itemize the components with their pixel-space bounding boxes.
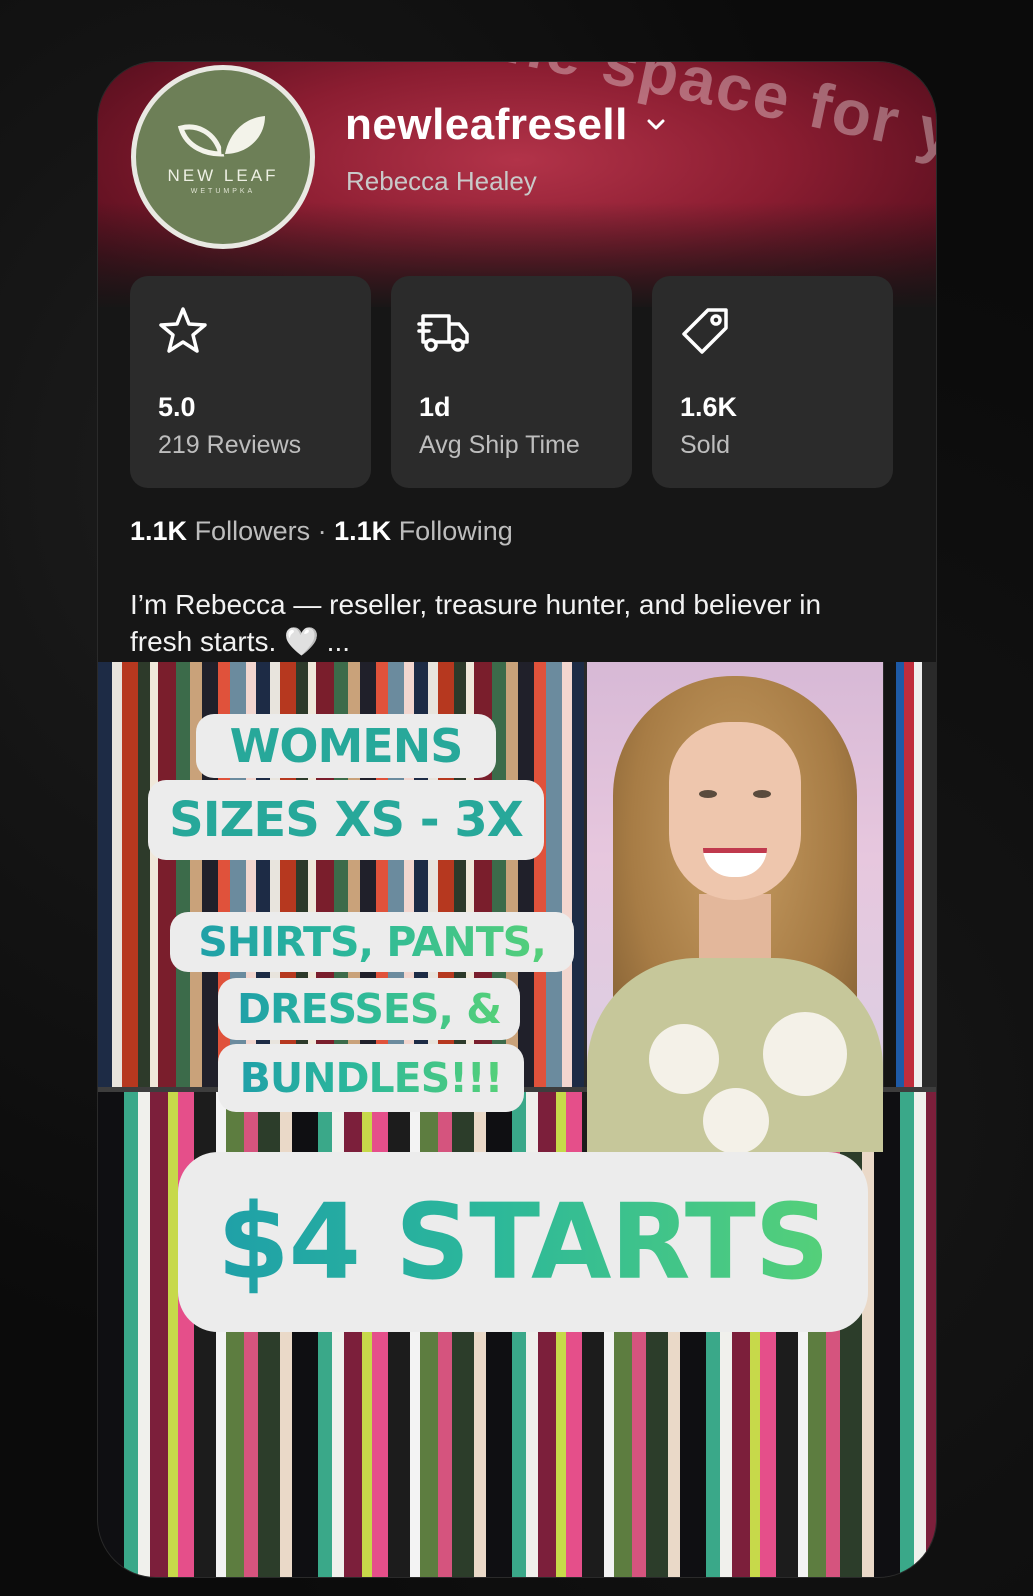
profile-card: ice, an the space for you NEW LEAF WETUM… — [98, 62, 936, 1577]
promo-price-text: $4 STARTS — [178, 1152, 868, 1332]
promo-text-shirts: SHIRTS, PANTS, — [170, 912, 574, 972]
stat-card-reviews[interactable]: 5.0 219 Reviews — [130, 276, 371, 488]
logo-text: NEW LEAF — [167, 165, 279, 185]
stat-label: Avg Ship Time — [419, 431, 580, 459]
following-label: Following — [398, 516, 513, 546]
promo-image[interactable]: WOMENS SIZES XS - 3X SHIRTS, PANTS, DRES… — [98, 662, 936, 1577]
username[interactable]: newleafresell — [345, 100, 628, 150]
chevron-down-icon[interactable] — [644, 113, 668, 137]
star-icon — [159, 307, 207, 353]
clothing-rack-image — [884, 662, 936, 1092]
follow-counts: 1.1K Followers · 1.1K Following — [130, 516, 513, 547]
truck-icon — [417, 314, 469, 352]
username-row[interactable]: newleafresell — [345, 100, 668, 150]
followers-link[interactable]: 1.1K Followers — [130, 516, 310, 546]
promo-text-sizes: SIZES XS - 3X — [148, 780, 544, 860]
stat-card-shipping[interactable]: 1d Avg Ship Time — [391, 276, 632, 488]
leaf-logo-icon — [177, 115, 265, 157]
avatar[interactable]: NEW LEAF WETUMPKA — [131, 65, 315, 249]
following-count: 1.1K — [334, 516, 392, 546]
seller-portrait — [587, 662, 883, 1152]
stat-card-sold[interactable]: 1.6K Sold — [652, 276, 893, 488]
promo-text-dresses: DRESSES, & — [218, 978, 520, 1040]
stat-value: 1d — [419, 392, 451, 422]
stat-label: Sold — [680, 431, 731, 459]
logo-subtext: WETUMPKA — [190, 187, 256, 195]
stat-value: 1.6K — [680, 392, 738, 422]
stat-label: 219 Reviews — [158, 431, 302, 459]
promo-text-women: WOMENS — [196, 714, 496, 778]
separator: · — [317, 516, 327, 546]
following-link[interactable]: 1.1K Following — [334, 516, 513, 546]
followers-label: Followers — [194, 516, 311, 546]
stat-value: 5.0 — [158, 392, 196, 422]
real-name: Rebecca Healey — [346, 166, 537, 196]
followers-count: 1.1K — [130, 516, 188, 546]
tag-icon — [682, 308, 728, 354]
promo-text-bundles: BUNDLES!!! — [218, 1044, 524, 1112]
profile-bio[interactable]: I’m Rebecca — reseller, treasure hunter,… — [130, 586, 850, 660]
